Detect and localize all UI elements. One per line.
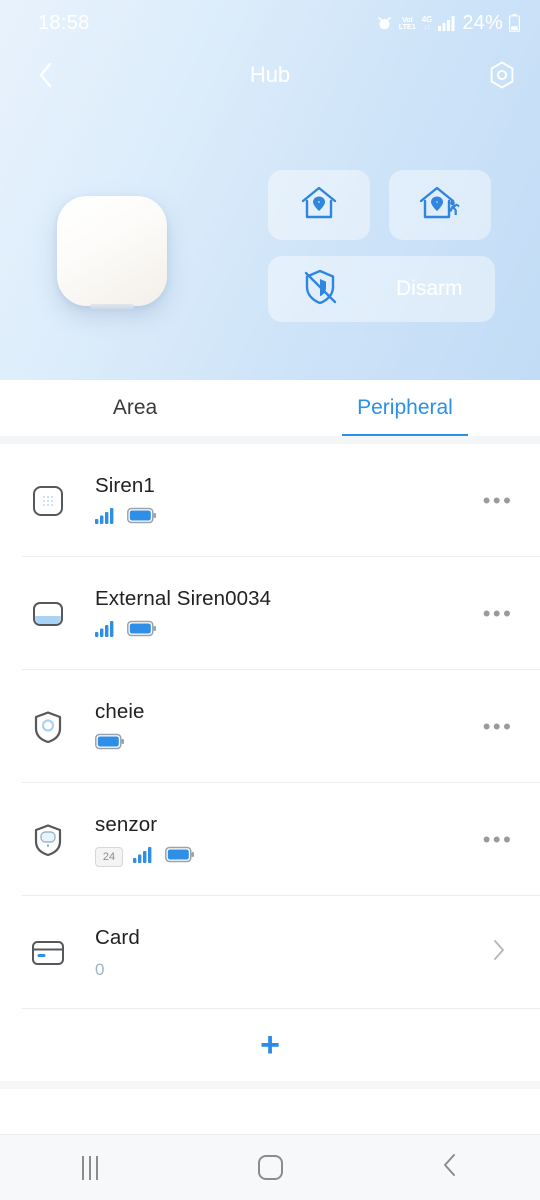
home-icon (257, 1155, 283, 1180)
list-item[interactable]: Card 0 (0, 896, 540, 1009)
recents-button[interactable] (55, 1145, 125, 1191)
add-peripheral-row: + (0, 1009, 540, 1081)
back-chevron-icon (442, 1152, 458, 1183)
list-item[interactable]: senzor 24 ••• (0, 783, 540, 896)
settings-button[interactable] (484, 57, 520, 93)
status-bar-indicators: VoI LTE1 4G ↓↑ 24% (376, 12, 520, 35)
more-options-icon: ••• (482, 826, 514, 852)
app-header: Hub (0, 46, 540, 104)
more-options-button[interactable]: ••• (478, 826, 518, 852)
battery-level-icon (165, 846, 195, 868)
list-item[interactable]: External Siren0034 ••• (0, 557, 540, 670)
device-status-indicators (95, 733, 478, 755)
list-item[interactable]: cheie ••• (0, 670, 540, 783)
card-detail-button[interactable] (478, 939, 518, 966)
tab-divider (0, 436, 540, 444)
list-item-content: Siren1 (68, 474, 478, 528)
external-siren-icon (28, 594, 68, 634)
volte-indicator: VoI LTE1 (398, 14, 416, 31)
more-options-button[interactable]: ••• (478, 713, 518, 739)
device-status-indicators (95, 620, 478, 642)
battery-level-icon (127, 620, 157, 642)
signal-strength-icon (95, 507, 117, 529)
signal-strength-icon (95, 620, 117, 642)
home-running-person-icon (418, 184, 462, 227)
hub-hero-panel: 18:58 VoI LTE1 4G ↓↑ 24% Hub Disarm (0, 0, 540, 380)
more-options-icon: ••• (482, 600, 514, 626)
list-item-content: senzor 24 (68, 813, 478, 867)
list-item[interactable]: Siren1 ••• (0, 444, 540, 557)
more-options-icon: ••• (482, 487, 514, 513)
siren-grid-icon (28, 481, 68, 521)
device-status-indicators (95, 507, 478, 529)
hub-led-strip (90, 304, 134, 309)
device-status-indicators: 24 (95, 846, 478, 868)
disarm-label: Disarm (396, 277, 463, 300)
battery-percent-label: 24% (462, 11, 503, 34)
peripheral-list: Siren1 ••• External Siren0034 ••• cheie … (0, 444, 540, 1134)
cellular-signal-icon (438, 15, 456, 31)
more-options-icon: ••• (482, 713, 514, 739)
network-type-indicator: 4G ↓↑ (421, 14, 433, 31)
recents-icon (81, 1155, 99, 1180)
back-button[interactable] (28, 58, 62, 92)
more-options-button[interactable]: ••• (478, 487, 518, 513)
device-name: cheie (95, 699, 145, 723)
page-title: Hub (249, 62, 291, 87)
device-status-indicators: 0 (95, 960, 478, 980)
battery-level-icon (95, 733, 125, 755)
arm-stay-button[interactable] (268, 170, 370, 240)
alarm-clock-icon (376, 15, 393, 32)
device-name: Siren1 (95, 473, 155, 497)
tab-bar: Area Peripheral (0, 380, 540, 436)
list-item-content: cheie (68, 700, 478, 754)
android-back-button[interactable] (415, 1145, 485, 1191)
device-name: Card (95, 925, 140, 949)
list-item-content: Card 0 (68, 926, 478, 980)
arm-away-button[interactable] (389, 170, 491, 240)
battery-level-icon (127, 507, 157, 529)
arm-mode-controls: Disarm (268, 170, 518, 322)
more-options-button[interactable]: ••• (478, 600, 518, 626)
home-button[interactable] (235, 1145, 305, 1191)
list-bottom-filler (0, 1081, 540, 1089)
signal-strength-icon (133, 846, 155, 868)
card-icon (28, 933, 68, 973)
add-peripheral-button[interactable]: + (260, 1028, 280, 1062)
android-navigation-bar (0, 1134, 540, 1200)
disarm-button[interactable]: Disarm (268, 256, 495, 322)
app-root: 18:58 VoI LTE1 4G ↓↑ 24% Hub Disarm Area… (0, 0, 540, 1200)
list-item-content: External Siren0034 (68, 587, 478, 641)
tab-area[interactable]: Area (0, 380, 270, 436)
battery-icon (509, 14, 520, 32)
status-bar-time: 18:58 (38, 11, 90, 34)
shield-slash-icon (302, 268, 338, 311)
tab-peripheral[interactable]: Peripheral (270, 380, 540, 436)
device-name: senzor (95, 812, 158, 836)
status-bar: 18:58 VoI LTE1 4G ↓↑ 24% (0, 0, 540, 46)
keyfob-shield-icon (28, 707, 68, 747)
hub-device-image (57, 196, 167, 309)
home-shield-icon (299, 184, 339, 227)
motion-sensor-shield-icon (28, 820, 68, 860)
card-count: 0 (95, 960, 105, 979)
chevron-right-icon (492, 939, 505, 966)
device-name: External Siren0034 (95, 586, 272, 610)
area-badge: 24 (95, 847, 123, 867)
